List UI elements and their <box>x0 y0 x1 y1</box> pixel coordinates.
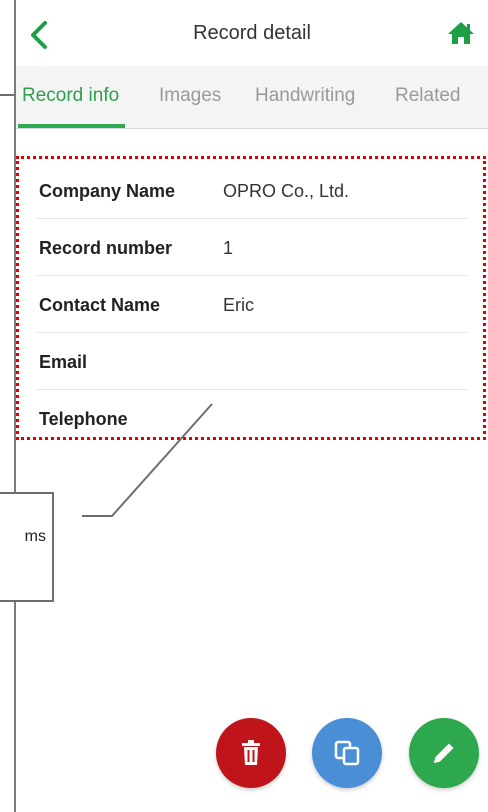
trash-icon <box>242 740 260 765</box>
field-label: Record number <box>39 238 173 258</box>
tab-handwriting[interactable]: Handwriting <box>255 66 355 128</box>
pencil-icon <box>434 743 454 763</box>
callout-box-bottom: ms <box>0 492 54 602</box>
field-label: Company Name <box>39 181 176 201</box>
app-screen: Record detail Record info Images Handwri… <box>16 0 488 812</box>
field-label: Email <box>39 352 88 372</box>
field-row-telephone: Telephone <box>37 389 467 446</box>
edit-button[interactable] <box>409 718 479 788</box>
page-title: Record detail <box>193 22 311 44</box>
field-label: Contact Name <box>39 295 161 315</box>
field-row-contact-name: Contact Name Eric <box>37 275 467 333</box>
field-value: OPRO Co., Ltd. <box>223 181 350 201</box>
field-row-company-name: Company Name OPRO Co., Ltd. <box>37 161 467 219</box>
tab-related[interactable]: Related <box>395 66 461 128</box>
home-icon <box>448 22 474 44</box>
field-label: Telephone <box>39 409 128 429</box>
record-info-card: Company Name OPRO Co., Ltd. Record numbe… <box>16 156 486 440</box>
field-row-email: Email <box>37 332 467 390</box>
copy-button[interactable] <box>312 718 382 788</box>
tab-bar: Record info Images Handwriting Related <box>16 66 488 129</box>
tab-record-info[interactable]: Record info <box>17 66 126 128</box>
top-bar: Record detail <box>16 0 488 66</box>
copy-icon <box>334 740 360 766</box>
delete-button[interactable] <box>216 718 286 788</box>
callout-text: ms <box>24 528 46 545</box>
field-row-record-number: Record number 1 <box>37 218 467 276</box>
field-value: Eric <box>223 295 254 315</box>
home-button[interactable] <box>446 18 476 48</box>
field-value: 1 <box>223 238 234 258</box>
tab-images[interactable]: Images <box>159 66 221 128</box>
